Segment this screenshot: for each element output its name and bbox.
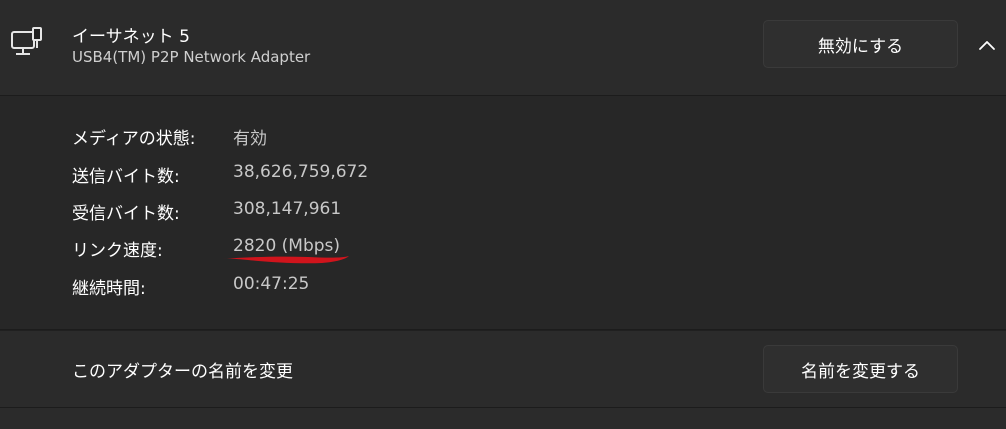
property-label: 受信バイト数:: [72, 204, 180, 224]
property-label: メディアの状態:: [72, 129, 196, 149]
property-value: 有効: [233, 129, 267, 149]
property-value: 38,626,759,672: [233, 162, 369, 182]
adapter-subtitle: USB4(TM) P2P Network Adapter: [72, 48, 311, 66]
adapter-header[interactable]: イーサネット 5 USB4(TM) P2P Network Adapter 無効…: [0, 0, 1006, 96]
property-label: 送信バイト数:: [72, 167, 180, 187]
next-section-edge: [0, 408, 1006, 429]
property-row-link-speed: リンク速度: 2820 (Mbps): [0, 232, 1006, 262]
property-label: リンク速度:: [72, 241, 163, 261]
rename-button[interactable]: 名前を変更する: [763, 345, 958, 393]
property-value: 308,147,961: [233, 199, 342, 219]
rename-adapter-section: このアダプターの名前を変更 名前を変更する: [0, 331, 1006, 408]
property-row-media-state: メディアの状態: 有効: [0, 120, 1006, 150]
property-row-duration: 継続時間: 00:47:25: [0, 270, 1006, 300]
adapter-properties: メディアの状態: 有効 送信バイト数: 38,626,759,672 受信バイト…: [0, 96, 1006, 330]
disable-button[interactable]: 無効にする: [763, 20, 958, 68]
adapter-title: イーサネット 5: [72, 27, 190, 47]
rename-description: このアダプターの名前を変更: [72, 362, 293, 382]
property-row-bytes-received: 受信バイト数: 308,147,961: [0, 195, 1006, 225]
property-row-bytes-sent: 送信バイト数: 38,626,759,672: [0, 158, 1006, 188]
property-label: 継続時間:: [72, 279, 146, 299]
network-adapter-icon: [11, 27, 42, 55]
network-adapter-panel: イーサネット 5 USB4(TM) P2P Network Adapter 無効…: [0, 0, 1006, 429]
chevron-up-icon[interactable]: [972, 30, 1002, 60]
red-underline-annotation: [222, 256, 349, 264]
property-value: 00:47:25: [233, 274, 310, 294]
